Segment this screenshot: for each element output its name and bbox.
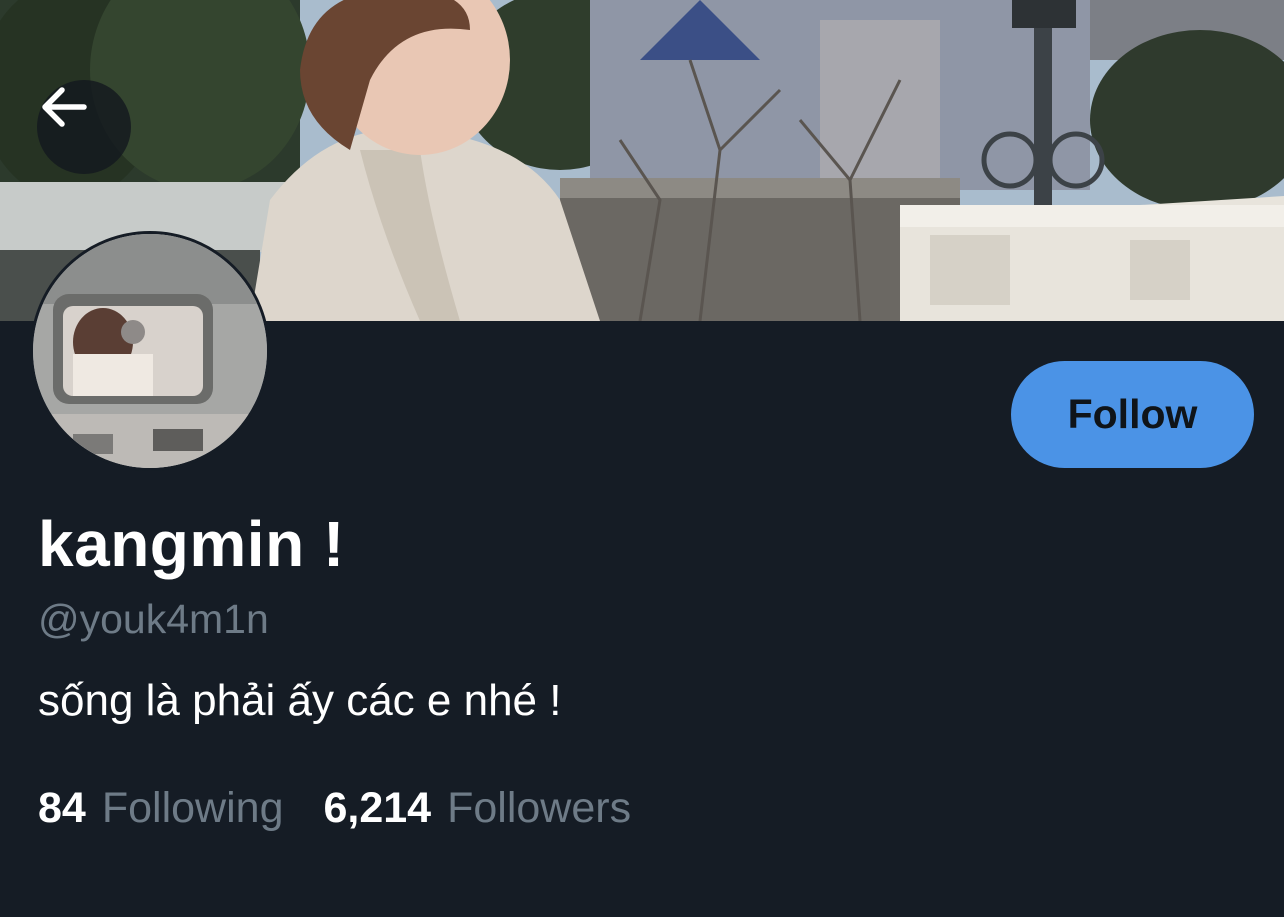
- display-name: kangmin !: [38, 508, 345, 580]
- followers-link[interactable]: 6,214 Followers: [323, 784, 631, 833]
- avatar-photo: [33, 234, 267, 468]
- followers-count: 6,214: [323, 784, 432, 832]
- follow-button[interactable]: Follow: [1011, 361, 1254, 468]
- following-link[interactable]: 84 Following: [38, 784, 283, 833]
- profile-stats: 84 Following 6,214 Followers: [38, 784, 631, 833]
- handle: @youk4m1n: [38, 596, 269, 642]
- bio: sống là phải ấy các e nhé !: [38, 676, 562, 725]
- followers-label: Followers: [447, 784, 632, 832]
- following-count: 84: [38, 784, 86, 832]
- following-label: Following: [101, 784, 284, 832]
- profile-page: Follow kangmin ! @youk4m1n sống là phải …: [0, 0, 1284, 917]
- arrow-left-icon: [42, 87, 87, 127]
- back-button[interactable]: [37, 80, 131, 174]
- avatar[interactable]: [30, 231, 270, 471]
